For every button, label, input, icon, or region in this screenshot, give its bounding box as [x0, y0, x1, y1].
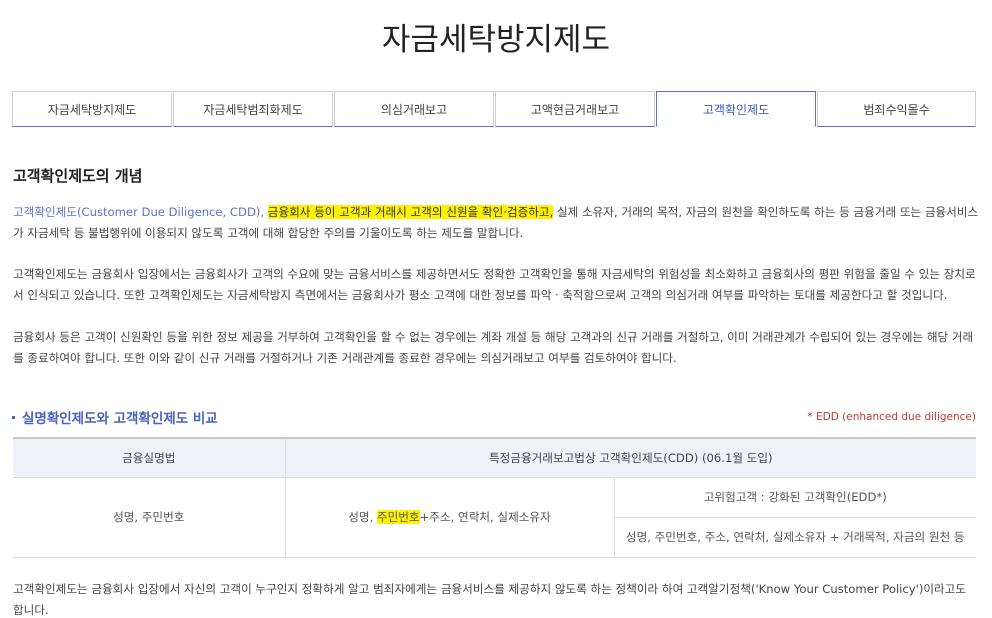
tab-money-laundering-crime[interactable]: 자금세탁범죄화제도 [173, 91, 333, 127]
comparison-table: 금융실명법 특정금융거래보고법상 고객확인제도(CDD) (06.1월 도입) … [13, 437, 976, 558]
kyc-paragraph: 고객확인제도는 금융회사 입장에서 자신의 고객이 누구인지 정확하게 알고 범… [13, 582, 967, 617]
tab-currency-transaction-report[interactable]: 고액현금거래보고 [495, 91, 655, 127]
cdd-purpose-paragraph: 고객확인제도는 금융회사 입장에서는 금융회사가 고객의 수요에 맞는 금융서비… [13, 267, 976, 302]
cdd-refusal-paragraph: 금융회사 등은 고객이 신원확인 등을 위한 정보 제공을 거부하여 고객확인을… [13, 330, 974, 365]
highlighted-text: 주민번호 [376, 510, 420, 524]
tab-aml-system[interactable]: 자금세탁방지제도 [12, 91, 172, 127]
table-cell-edd-items: 성명, 주민번호, 주소, 연락처, 실제소유자 + 거래목적, 자금의 원천 … [614, 516, 976, 558]
cdd-definition-paragraph: 고객확인제도(Customer Due Diligence, CDD), 금융회… [13, 202, 979, 244]
tab-bar: 자금세탁방지제도 자금세탁범죄화제도 의심거래보고 고액현금거래보고 고객확인제… [12, 91, 976, 127]
bullet-icon [12, 416, 15, 419]
tab-customer-due-diligence[interactable]: 고객확인제도 [656, 91, 816, 127]
page-title: 자금세탁방지제도 [381, 22, 611, 58]
table-header-real-name: 금융실명법 [13, 437, 286, 478]
tab-criminal-proceeds-forfeiture[interactable]: 범죄수익몰수 [817, 91, 976, 127]
table-header-cdd: 특정금융거래보고법상 고객확인제도(CDD) (06.1월 도입) [284, 437, 976, 478]
tab-suspicious-transaction-report[interactable]: 의심거래보고 [334, 91, 494, 127]
cdd-term: 고객확인제도(Customer Due Diligence, CDD), [13, 205, 265, 219]
highlighted-text: 금융회사 등이 고객과 거래시 고객의 신원을 확인·검증하고, [267, 205, 554, 219]
comparison-title: 실명확인제도와 고객확인제도 비교 [12, 407, 218, 427]
edd-note: * EDD (enhanced due diligence) [807, 411, 976, 423]
section-title: 고객확인제도의 개념 [13, 167, 143, 185]
table-header-edd: 고위험고객 : 강화된 고객확인(EDD*) [613, 476, 976, 518]
table-cell-cdd-items: 성명, 주민번호+주소, 연락처, 실제소유자 [284, 476, 615, 558]
table-cell-real-name-items: 성명, 주민번호 [13, 476, 286, 558]
